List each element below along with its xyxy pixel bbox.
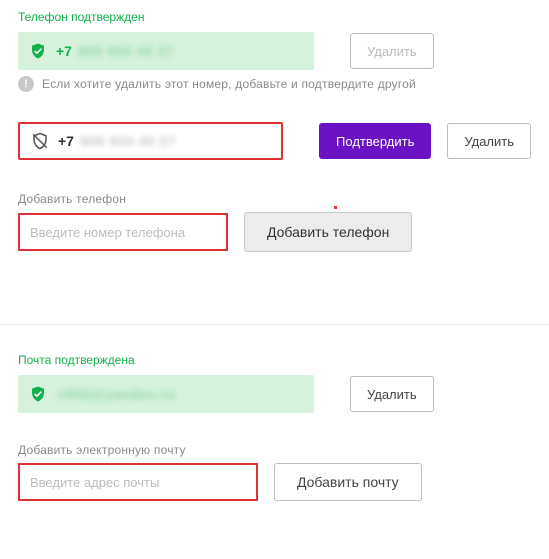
email-masked: v952@yandex.ru	[58, 386, 176, 402]
error-dot	[334, 206, 337, 209]
delete-confirmed-phone-button: Удалить	[350, 33, 434, 69]
shield-check-icon	[28, 384, 48, 404]
add-email-input[interactable]	[18, 463, 258, 501]
add-phone-label: Добавить телефон	[18, 192, 531, 206]
confirmed-phone-box: +7 905 934 40 27	[18, 32, 314, 70]
phone-masked: 906 934 40 27	[80, 133, 176, 149]
delete-hint-text: Если хотите удалить этот номер, добавьте…	[42, 77, 416, 91]
phone-confirmed-label: Телефон подтвержден	[18, 10, 531, 24]
section-divider	[0, 324, 549, 325]
email-confirmed-label: Почта подтверждена	[18, 353, 531, 367]
add-phone-input[interactable]	[18, 213, 228, 251]
add-email-label: Добавить электронную почту	[18, 443, 531, 457]
phone-masked: 905 934 40 27	[78, 43, 174, 59]
confirmed-email-box: v952@yandex.ru	[18, 375, 314, 413]
shield-check-icon	[28, 41, 48, 61]
delete-email-button[interactable]: Удалить	[350, 376, 434, 412]
phone-prefix: +7	[56, 43, 72, 59]
shield-off-icon	[30, 131, 50, 151]
phone-prefix: +7	[58, 133, 74, 149]
delete-pending-phone-button[interactable]: Удалить	[447, 123, 531, 159]
info-icon: !	[18, 76, 34, 92]
add-phone-button[interactable]: Добавить телефон	[244, 212, 412, 252]
add-email-button[interactable]: Добавить почту	[274, 463, 422, 501]
pending-phone-box: +7 906 934 40 27	[18, 122, 283, 160]
confirm-phone-button[interactable]: Подтвердить	[319, 123, 431, 159]
